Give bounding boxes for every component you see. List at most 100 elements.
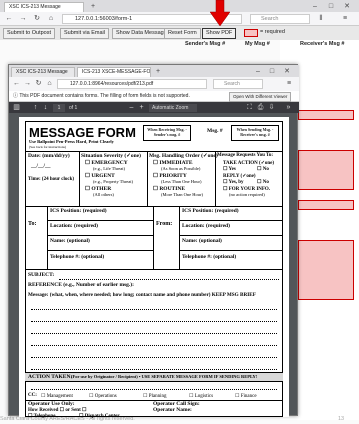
- print-icon[interactable]: ⎙: [256, 103, 265, 112]
- handling-routine-note: (More Than One Hour): [161, 192, 204, 197]
- cc-operations[interactable]: ☐ Operations: [89, 393, 117, 399]
- minimize-icon[interactable]: –: [310, 2, 320, 11]
- reply-yes-label: Yes, by: [228, 180, 244, 185]
- subject-line: [59, 279, 279, 280]
- outer-field[interactable]: [298, 200, 354, 210]
- inner-minimize-icon[interactable]: –: [253, 67, 263, 76]
- handling-label: Msg. Handling Order (✓one): [149, 153, 218, 159]
- col-divider: [47, 206, 48, 269]
- outer-field[interactable]: [298, 240, 354, 300]
- col-divider: [215, 151, 216, 206]
- inner-new-tab-icon[interactable]: +: [153, 67, 163, 76]
- next-page-icon[interactable]: ↓: [41, 103, 50, 112]
- message-label[interactable]: Message: (what, when, where needed; how …: [28, 292, 256, 298]
- action-taken-label[interactable]: ACTION TAKEN:: [28, 374, 72, 380]
- send-msg-box[interactable]: When Sending Msg. - Receiver's msg. #: [231, 125, 279, 141]
- show-pdf-button[interactable]: Show PDF: [202, 28, 237, 39]
- reference-label[interactable]: REFERENCE (e.g., Number of earlier msg.)…: [28, 282, 134, 288]
- tools-icon[interactable]: »: [284, 103, 293, 112]
- date-label: Date: (mm/dd/yy): [28, 153, 70, 159]
- date-format[interactable]: __/__/__: [31, 163, 51, 169]
- outer-field[interactable]: [298, 110, 354, 120]
- menu-icon[interactable]: ≡: [340, 14, 350, 23]
- page-number-input[interactable]: 1: [53, 104, 65, 112]
- inner-urlbar[interactable]: 127.0.0.1:8964/resources/pdf/213.pdf: [57, 79, 207, 89]
- cc-logistics[interactable]: ☐ Logistics: [189, 393, 213, 399]
- submit-outpost-button[interactable]: Submit to Outpost: [3, 28, 56, 39]
- outer-field[interactable]: [298, 150, 354, 190]
- action-taken-note: (For use by Originator / Recipient) • US…: [71, 374, 258, 379]
- reload-icon[interactable]: ↻: [32, 14, 42, 23]
- inner-search-placeholder: Search: [224, 81, 240, 87]
- requests-label: Message Requests You To:: [217, 153, 274, 158]
- take-action-yes-label: Yes: [228, 167, 236, 172]
- method-telephone[interactable]: ☐ Telephone: [28, 413, 55, 419]
- reply-yes[interactable]: ☐ Yes, by: [223, 179, 244, 185]
- cc-label: CC:: [28, 393, 37, 398]
- inner-searchbar[interactable]: Search: [213, 79, 263, 89]
- operator-name[interactable]: Operator Name:: [153, 407, 192, 413]
- cc-finance-label: Finance: [240, 394, 257, 399]
- to-telephone[interactable]: Telephone #: (optional): [50, 254, 104, 260]
- inner-back-icon[interactable]: ←: [12, 79, 21, 88]
- inner-maximize-icon[interactable]: □: [267, 67, 277, 76]
- outer-search-placeholder: Search: [261, 16, 279, 22]
- recv-msg-box[interactable]: When Receiving Msg. - Sender's msg. #: [143, 125, 191, 141]
- from-location[interactable]: Location: (required): [182, 223, 230, 229]
- back-icon[interactable]: ←: [4, 14, 14, 23]
- library-icon[interactable]: ⫴: [316, 14, 326, 23]
- outer-tab[interactable]: XSC ICS-213 Message: [4, 2, 84, 12]
- outer-searchbar[interactable]: Search: [250, 14, 310, 24]
- new-tab-icon[interactable]: +: [88, 2, 98, 11]
- inner-menu-icon[interactable]: ≡: [284, 79, 294, 88]
- subject-label[interactable]: SUBJECT:: [28, 272, 54, 278]
- divider: [25, 206, 283, 207]
- fullscreen-icon[interactable]: ⛶: [245, 103, 254, 112]
- inner-close-icon[interactable]: ✕: [282, 67, 292, 76]
- take-action-no[interactable]: ☐ No: [257, 166, 269, 172]
- inner-tab-pdf[interactable]: ICS-213 XSCE-MESSAGE-FORM: [77, 67, 151, 77]
- prev-page-icon[interactable]: ↑: [31, 103, 40, 112]
- msg-number-label: Msg. #: [207, 128, 223, 134]
- cc-management[interactable]: ☐ Management: [41, 393, 73, 399]
- cc-management-label: Management: [46, 394, 73, 399]
- home-icon[interactable]: ⌂: [46, 14, 56, 23]
- outer-tab-title: XSC ICS-213 Message: [9, 4, 61, 10]
- cc-planning[interactable]: ☐ Planning: [143, 393, 167, 399]
- inner-tab-message[interactable]: XSC ICS-213 Message: [11, 67, 75, 77]
- from-name[interactable]: Name: (optional): [182, 238, 222, 244]
- open-different-viewer-button[interactable]: Open With Different Viewer: [229, 92, 292, 102]
- cc-logistics-label: Logistics: [194, 394, 214, 399]
- save-icon[interactable]: ⇩: [267, 103, 276, 112]
- to-ics-position[interactable]: ICS Position: (required): [50, 208, 107, 214]
- close-icon[interactable]: ✕: [342, 2, 352, 11]
- to-name[interactable]: Name: (optional): [50, 238, 90, 244]
- form-title: MESSAGE FORM: [29, 125, 136, 140]
- severity-other-note: (All others): [93, 192, 114, 197]
- from-ics-position[interactable]: ICS Position: (required): [182, 208, 239, 214]
- forward-icon[interactable]: →: [18, 14, 28, 23]
- inner-reload-icon[interactable]: ↻: [34, 79, 43, 88]
- divider: [47, 250, 153, 251]
- divider: [179, 235, 283, 236]
- maximize-icon[interactable]: □: [326, 2, 336, 11]
- take-action-yes[interactable]: ☐ Yes: [223, 166, 236, 172]
- to-location[interactable]: Location: (required): [50, 223, 98, 229]
- zoom-select[interactable]: Automatic Zoom: [149, 104, 197, 112]
- method-dispatch[interactable]: ☐ Dispatch Center: [79, 413, 120, 419]
- for-your-info-note: (no action required): [229, 192, 265, 197]
- message-line: [31, 357, 277, 358]
- sidebar-toggle-icon[interactable]: ▥: [12, 103, 21, 112]
- inner-home-icon[interactable]: ⌂: [45, 79, 54, 88]
- to-label: To:: [28, 221, 37, 227]
- zoom-in-icon[interactable]: +: [137, 103, 146, 112]
- zoom-out-icon[interactable]: –: [127, 103, 136, 112]
- cc-finance[interactable]: ☐ Finance: [235, 393, 257, 399]
- submit-email-button[interactable]: Submit via Email: [60, 28, 109, 39]
- show-data-message-button[interactable]: Show Data Message: [112, 28, 171, 39]
- from-telephone[interactable]: Telephone #: (optional): [182, 254, 236, 260]
- inner-forward-icon[interactable]: →: [23, 79, 32, 88]
- severity-emergency-note: (e.g., Life Threat): [93, 166, 126, 171]
- reply-no[interactable]: ☐ No: [257, 179, 269, 185]
- reset-form-button[interactable]: Reset Form: [164, 28, 201, 39]
